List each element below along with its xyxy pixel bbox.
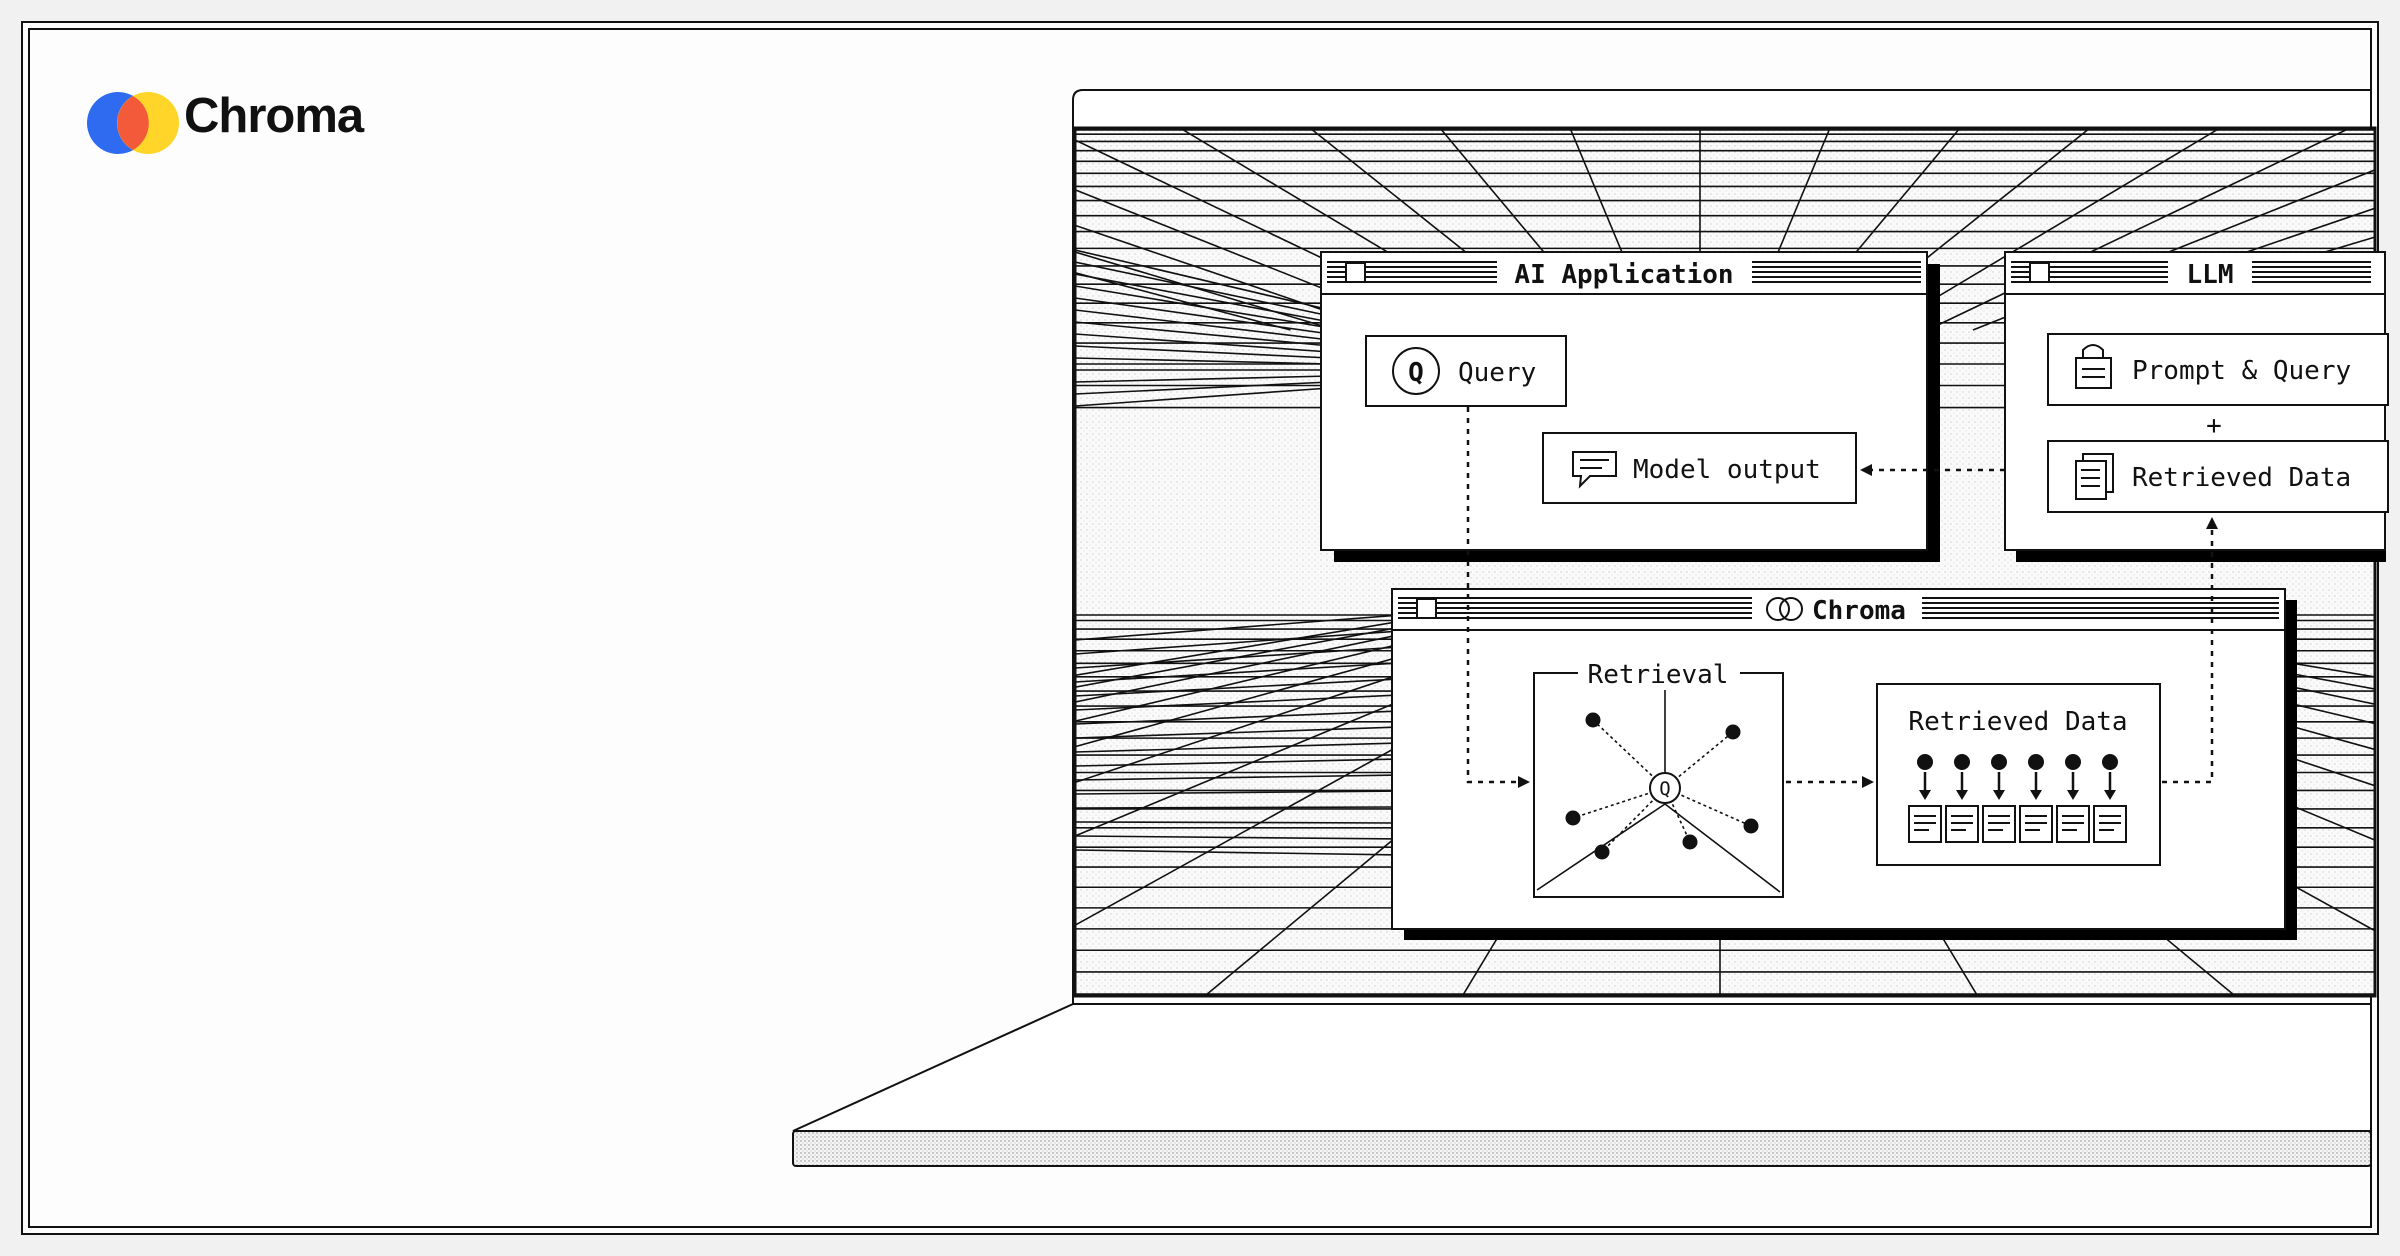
- prompt-query-node[interactable]: Prompt & Query: [2047, 333, 2389, 406]
- retrieval-center-label: Q: [1659, 778, 1670, 800]
- diagram-canvas: AI Application Q Query Model output LLM …: [21, 21, 2389, 1235]
- window-ai-application: AI Application Q Query Model output: [1320, 251, 1940, 562]
- plus-sign: +: [2206, 411, 2222, 441]
- retrieval-point: [1725, 724, 1741, 740]
- query-node[interactable]: Q Query: [1365, 335, 1567, 407]
- retrieval-point: [1594, 844, 1610, 860]
- laptop-base-front: [792, 1130, 2372, 1167]
- grid-line: [1075, 821, 1401, 824]
- window-chroma: Chroma Retrieval Q Retrieved Data: [1391, 588, 2297, 940]
- model-output-node[interactable]: Model output: [1542, 432, 1857, 504]
- retrieval-point: [1585, 712, 1601, 728]
- retrieved-data-llm-label: Retrieved Data: [2132, 463, 2351, 493]
- grid-line: [1075, 806, 1401, 809]
- window-close-box-icon[interactable]: [1345, 262, 1366, 283]
- window-title-chroma: Chroma: [1812, 596, 1906, 626]
- retrieval-label: Retrieval: [1588, 660, 1729, 690]
- model-output-label: Model output: [1633, 455, 1821, 485]
- retrieved-item-dot: [2065, 754, 2081, 770]
- window-llm: LLM Prompt & Query + Retrieved Data: [2004, 251, 2389, 562]
- retrieval-point: [1682, 834, 1698, 850]
- laptop-base-top: [792, 1003, 2372, 1132]
- retrieved-item-dot: [1954, 754, 1970, 770]
- retrieved-item-dot: [2028, 754, 2044, 770]
- retrieved-data-chroma-box: Retrieved Data: [1876, 683, 2161, 866]
- window-close-box-icon[interactable]: [2029, 262, 2050, 283]
- retrieved-item-dot: [2102, 754, 2118, 770]
- retrieval-point: [1743, 818, 1759, 834]
- window-title-ai-application: AI Application: [1514, 260, 1733, 290]
- query-icon-letter: Q: [1408, 358, 1424, 388]
- window-close-box-icon[interactable]: [1416, 598, 1437, 619]
- retrieval-point: [1565, 810, 1581, 826]
- retrieved-item-dot: [1991, 754, 2007, 770]
- window-title-llm: LLM: [2187, 260, 2234, 290]
- documents-icon: [2075, 453, 2114, 500]
- retrieved-data-llm-node[interactable]: Retrieved Data: [2047, 440, 2389, 513]
- retrieved-data-chroma-label: Retrieved Data: [1908, 707, 2127, 737]
- prompt-query-label: Prompt & Query: [2132, 356, 2351, 386]
- query-label: Query: [1458, 358, 1536, 388]
- chroma-logo-icon: [87, 92, 179, 154]
- retrieval-box: Retrieval Q: [1533, 658, 1784, 898]
- brand-name: Chroma: [184, 89, 364, 143]
- retrieved-item-dot: [1917, 754, 1933, 770]
